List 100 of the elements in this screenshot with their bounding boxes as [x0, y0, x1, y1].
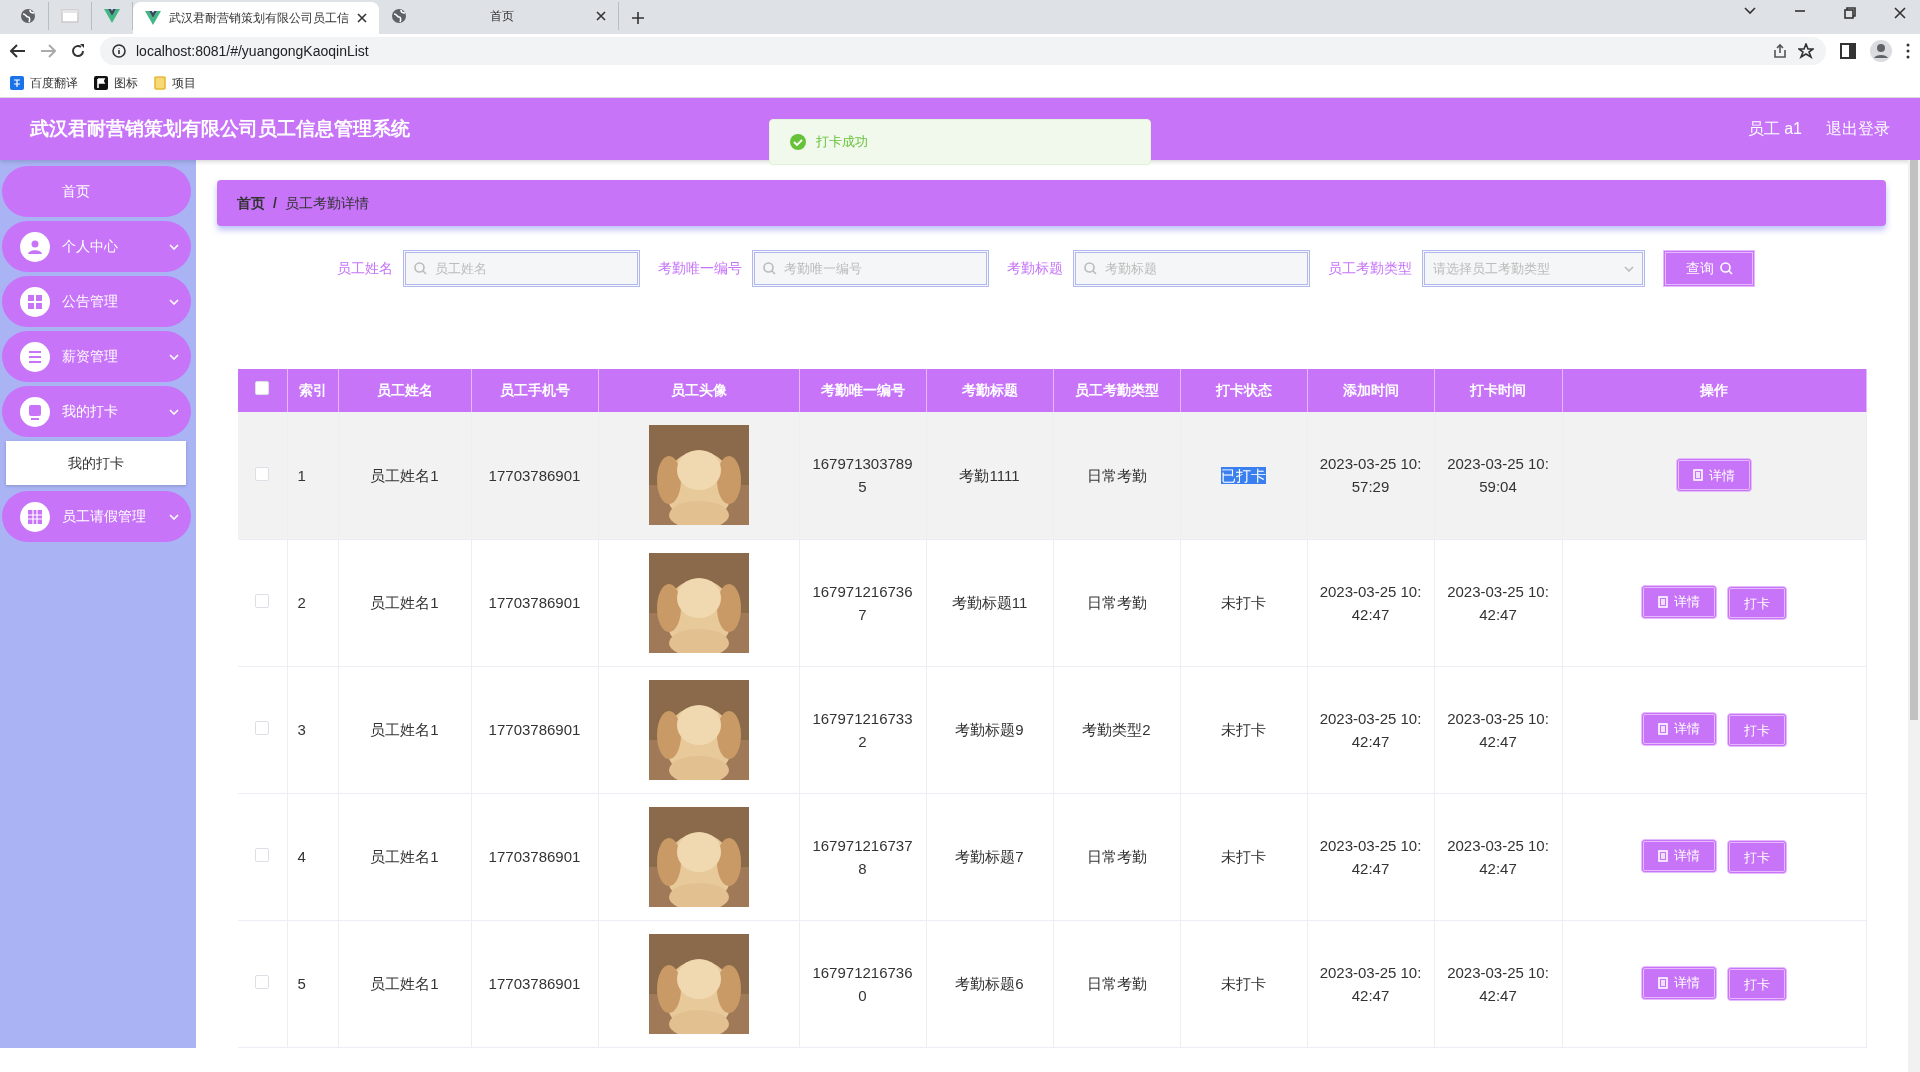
table-cell: 1679712167332 [799, 666, 926, 793]
column-header: 添加时间 [1307, 369, 1434, 412]
table-cell: 2023-03-25 10:42:47 [1307, 539, 1434, 666]
bookmark[interactable]: 百度翻译 [10, 73, 78, 92]
chevron-down-icon [169, 298, 179, 305]
caret-icon [1624, 265, 1634, 272]
address-bar[interactable]: localhost:8081/#/yuangongKaoqinList [100, 37, 1826, 65]
checkbox[interactable] [255, 466, 270, 481]
sidebar-item[interactable]: 公告管理 [2, 276, 191, 327]
table-cell: 17703786901 [471, 920, 598, 1047]
column-header: 员工考勤类型 [1053, 369, 1180, 412]
table-cell: 2023-03-25 10:59:04 [1434, 412, 1562, 539]
column-header: 员工头像 [598, 369, 799, 412]
breadcrumb-item: 员工考勤详情 [284, 193, 369, 213]
details-button[interactable]: 详情 [1676, 458, 1752, 493]
table-cell: 员工姓名1 [338, 920, 471, 1047]
table-cell: 考勤标题6 [926, 920, 1053, 1047]
details-button[interactable]: 详情 [1641, 965, 1717, 1000]
submenu-item[interactable]: 我的打卡 [6, 441, 186, 485]
chevron-down-icon [169, 243, 179, 250]
table-cell: 员工姓名1 [338, 666, 471, 793]
globe-icon [20, 8, 36, 24]
v-logo-icon [104, 9, 120, 23]
search-icon [763, 262, 776, 275]
chevron-down-icon [169, 513, 179, 520]
document-icon [1658, 722, 1668, 735]
status-text: 未打卡 [1221, 594, 1266, 611]
clock-in-button[interactable]: 打卡 [1727, 713, 1787, 748]
column-header: 员工姓名 [338, 369, 471, 412]
scrollbar[interactable] [1908, 160, 1920, 1072]
page-icon [61, 9, 79, 23]
checkbox[interactable] [255, 381, 270, 395]
browser-tab[interactable]: 武汉君耐营销策划有限公司员工信 [133, 2, 379, 34]
star-icon [1798, 43, 1814, 59]
document-icon [1658, 849, 1668, 862]
search-button[interactable]: 查询 [1663, 250, 1755, 287]
checkbox[interactable] [255, 975, 270, 989]
more-icon [1906, 43, 1910, 59]
checkbox[interactable] [255, 594, 270, 608]
side-panel-icon [1840, 43, 1856, 59]
table-cell: 1679712167360 [799, 920, 926, 1047]
checkbox[interactable] [255, 721, 270, 735]
sidebar-item[interactable]: 我的打卡 [2, 386, 191, 437]
table-cell: 日常考勤 [1053, 793, 1180, 920]
bookmark[interactable]: 项目 [154, 73, 196, 92]
share-icon [1772, 43, 1788, 59]
table-cell: 2023-03-25 10:42:47 [1307, 920, 1434, 1047]
clock-in-button[interactable]: 打卡 [1727, 586, 1787, 621]
table-cell: 2023-03-25 10:42:47 [1434, 539, 1562, 666]
table-cell: 日常考勤 [1053, 539, 1180, 666]
table-cell: 1679712167367 [799, 539, 926, 666]
globe-icon [391, 8, 407, 24]
details-button[interactable]: 详情 [1641, 838, 1717, 873]
profile-icon [1870, 40, 1892, 62]
document-icon [1658, 595, 1668, 608]
table-cell: 2023-03-25 10:42:47 [1307, 666, 1434, 793]
table-cell: 5 [287, 920, 338, 1047]
table-cell: 2023-03-25 10:42:47 [1307, 793, 1434, 920]
app-title: 武汉君耐营销策划有限公司员工信息管理系统 [30, 116, 410, 141]
column-header: 索引 [287, 369, 338, 412]
new-tab-icon[interactable] [631, 11, 645, 25]
document-icon [1658, 976, 1668, 989]
table-cell: 1 [287, 412, 338, 539]
close-icon [1894, 7, 1906, 19]
field-label: 员工考勤类型 [1328, 259, 1412, 278]
field-label: 考勤标题 [1007, 259, 1063, 278]
table-cell: 17703786901 [471, 412, 598, 539]
user-name: 员工 a1 [1747, 119, 1802, 139]
close-icon [357, 13, 367, 23]
status-text: 未打卡 [1221, 975, 1266, 992]
minimize-icon [1794, 7, 1806, 15]
breadcrumb-item[interactable]: 首页 [237, 192, 265, 214]
breadcrumb-separator: / [273, 193, 277, 213]
details-button[interactable]: 详情 [1641, 584, 1717, 619]
sidebar-item[interactable]: 首页 [2, 166, 191, 217]
table-cell: 员工姓名1 [338, 412, 471, 539]
table-cell: 2023-03-25 10:57:29 [1307, 412, 1434, 539]
search-icon [1719, 262, 1733, 275]
url-text: localhost:8081/#/yuangongKaoqinList [136, 41, 369, 61]
field-label: 考勤唯一编号 [658, 259, 742, 278]
status-text: 未打卡 [1221, 848, 1266, 865]
checkbox[interactable] [255, 848, 270, 862]
sidebar-item[interactable]: 个人中心 [2, 221, 191, 272]
folder-icon [154, 75, 166, 90]
details-button[interactable]: 详情 [1641, 711, 1717, 746]
table-cell: 17703786901 [471, 793, 598, 920]
clock-in-button[interactable]: 打卡 [1727, 840, 1787, 875]
browser-tab[interactable]: 首页 [379, 2, 619, 30]
table-cell: 考勤1111 [926, 412, 1053, 539]
logout-link[interactable]: 退出登录 [1826, 117, 1890, 141]
column-header: 操作 [1562, 369, 1866, 412]
bookmark[interactable]: 图标 [94, 73, 138, 92]
field-label: 员工姓名 [337, 259, 393, 278]
table-cell: 员工姓名1 [338, 539, 471, 666]
sidebar-item[interactable]: 薪资管理 [2, 331, 191, 382]
grid-icon [26, 292, 44, 311]
clock-in-button[interactable]: 打卡 [1727, 967, 1787, 1002]
sidebar-item[interactable]: 员工请假管理 [2, 491, 191, 542]
v-logo-icon [145, 11, 161, 25]
table-cell: 2023-03-25 10:42:47 [1434, 793, 1562, 920]
